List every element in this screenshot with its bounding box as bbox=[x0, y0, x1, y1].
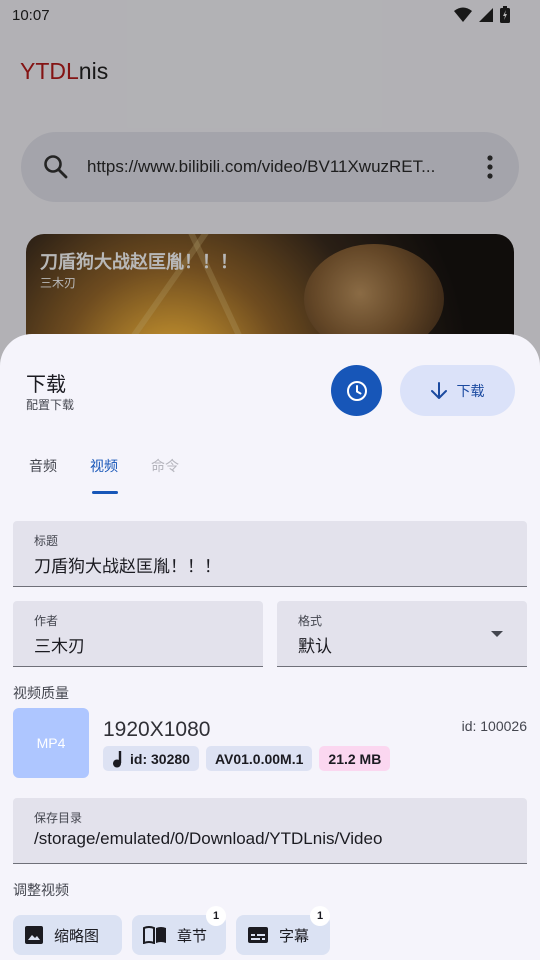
tab-video[interactable]: 视频 bbox=[90, 456, 118, 476]
thumbnail-button[interactable]: 缩略图 bbox=[13, 915, 122, 955]
chapters-count-badge: 1 bbox=[206, 906, 226, 926]
format-select-value[interactable]: 默认 bbox=[298, 632, 332, 657]
download-button-label: 下载 bbox=[456, 382, 485, 399]
chapters-button[interactable]: 章节 1 bbox=[132, 906, 226, 955]
chapters-button-label: 章节 bbox=[177, 927, 208, 945]
format-chips: id: 30280 AV01.0.00M.1 21.2 MB bbox=[103, 746, 391, 771]
image-icon bbox=[25, 926, 43, 944]
thumbnail-button-label: 缩略图 bbox=[54, 927, 100, 945]
adjust-video-label: 调整视频 bbox=[13, 882, 69, 898]
format-select[interactable]: 格式 默认 bbox=[277, 601, 527, 667]
format-container-thumb: MP4 bbox=[13, 708, 89, 778]
format-card[interactable]: MP4 1920X1080 id: 100026 id: 30280 AV01.… bbox=[13, 708, 527, 778]
schedule-button[interactable] bbox=[331, 365, 382, 416]
audio-id-text: id: 30280 bbox=[130, 750, 190, 767]
subtitles-button-label: 字幕 bbox=[279, 927, 310, 945]
author-field-label: 作者 bbox=[34, 614, 59, 628]
music-note-icon bbox=[113, 750, 122, 767]
book-icon bbox=[143, 926, 166, 944]
audio-id-chip: id: 30280 bbox=[103, 746, 199, 771]
clock-icon bbox=[346, 380, 367, 401]
download-button[interactable]: 下载 bbox=[400, 365, 515, 416]
tab-audio[interactable]: 音频 bbox=[29, 456, 57, 476]
video-quality-label: 视频质量 bbox=[13, 685, 69, 701]
save-dir-field[interactable]: 保存目录 /storage/emulated/0/Download/YTDLni… bbox=[13, 798, 527, 864]
tab-bar: 音频 视频 命令 bbox=[0, 450, 540, 496]
format-id: id: 100026 bbox=[461, 718, 527, 734]
title-field-label: 标题 bbox=[34, 534, 59, 548]
save-dir-value[interactable]: /storage/emulated/0/Download/YTDLnis/Vid… bbox=[34, 829, 382, 849]
title-field[interactable]: 标题 刀盾狗大战赵匡胤！！！ bbox=[13, 521, 527, 587]
save-dir-label: 保存目录 bbox=[34, 811, 83, 825]
subtitles-count-badge: 1 bbox=[310, 906, 330, 926]
sheet-title: 下载 bbox=[26, 374, 66, 396]
sheet-subtitle: 配置下载 bbox=[26, 398, 75, 412]
subtitles-button[interactable]: 字幕 1 bbox=[236, 906, 330, 955]
title-field-value[interactable]: 刀盾狗大战赵匡胤！！！ bbox=[34, 552, 221, 577]
format-select-label: 格式 bbox=[298, 614, 323, 628]
tab-command: 命令 bbox=[151, 458, 179, 474]
download-bottom-sheet: 下载 配置下载 下载 音频 视频 命令 标题 刀盾狗大战赵匡胤！！！ 作者 三木… bbox=[0, 334, 540, 960]
dropdown-arrow-icon[interactable] bbox=[491, 631, 503, 637]
file-size-chip: 21.2 MB bbox=[319, 746, 391, 771]
author-field[interactable]: 作者 三木刃 bbox=[13, 601, 263, 667]
tab-indicator bbox=[92, 491, 118, 494]
codec-chip: AV01.0.00M.1 bbox=[205, 746, 313, 771]
author-field-value[interactable]: 三木刃 bbox=[34, 632, 85, 657]
format-resolution: 1920X1080 bbox=[103, 718, 211, 741]
subtitles-icon bbox=[248, 927, 268, 943]
arrow-down-icon bbox=[430, 381, 447, 399]
